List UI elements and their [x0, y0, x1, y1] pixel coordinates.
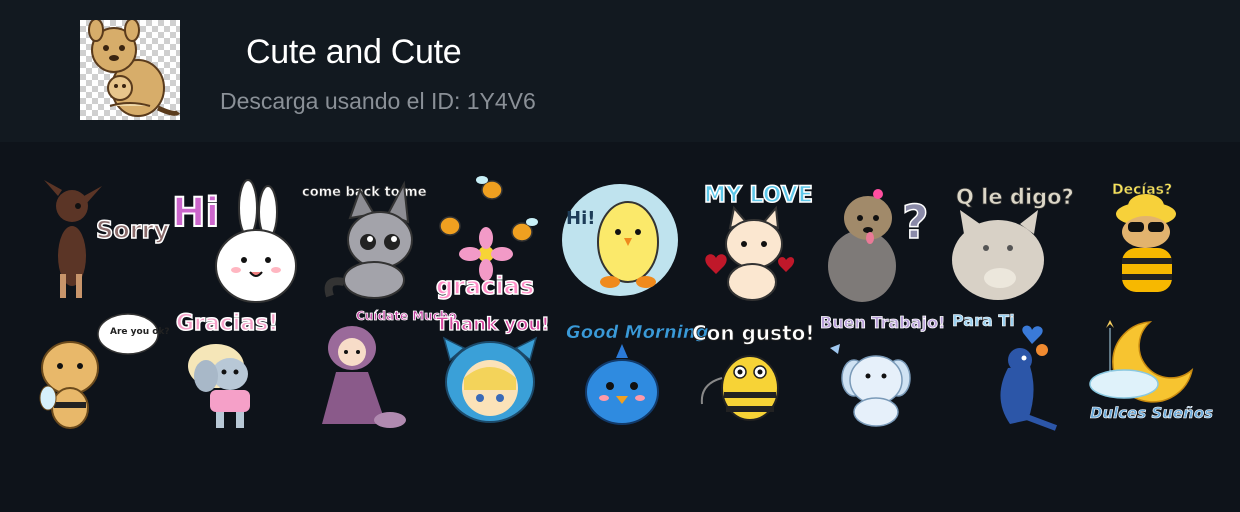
sticker-caption: gracias [436, 272, 534, 300]
sticker-dulces-suenos[interactable]: Dulces Sueños [1080, 308, 1213, 432]
sticker-sorry[interactable]: Sorry [40, 178, 170, 302]
sticker-caption: MY LOVE [704, 183, 813, 208]
cat-q-le-digo-icon: Q le digo? [952, 185, 1074, 300]
doll-cuidate-mucho-icon: Cuídate Mucho [322, 309, 457, 428]
chihuahua-sorry-icon: Sorry [44, 180, 170, 298]
sticker-thank-you[interactable]: Thank you! [430, 308, 550, 432]
sticker-yorkie[interactable]: ? [820, 178, 940, 302]
sticker-q-le-digo[interactable]: Q le digo? [950, 178, 1074, 302]
kitten-come-back-icon: come back to me [302, 180, 427, 299]
cat-my-love-icon: MY LOVE [703, 182, 814, 301]
yorkie-question-icon: ? [828, 189, 929, 302]
sticker-caption: Dulces Sueños [1090, 404, 1213, 422]
sticker-hi-chick[interactable]: Hi! [560, 178, 680, 302]
pack-thumbnail[interactable] [80, 20, 180, 120]
sticker-are-you-ok[interactable]: Are you ok? [39, 308, 170, 432]
sticker-caption: Good Morning [566, 322, 709, 343]
sticker-hi-bunny[interactable]: Hi [170, 178, 297, 303]
dog-decias-icon: Decías? [1112, 182, 1176, 292]
bee-are-you-ok-icon: Are you ok? [39, 313, 170, 429]
sticker-con-gusto[interactable]: Con gusto! [690, 308, 815, 432]
bird-good-morning-icon: Good Morning [566, 322, 709, 425]
sticker-caption: Para Ti [952, 311, 1015, 330]
sticker-caption: Sorry [96, 216, 169, 244]
sticker-caption: Hi [172, 190, 219, 236]
sticker-decias[interactable]: Decías? [1080, 178, 1200, 302]
pack-title: Cute and Cute [246, 33, 462, 71]
sticker-buen-trabajo[interactable]: Buen Trabajo! [820, 308, 946, 432]
sticker-caption: Hi! [566, 208, 595, 229]
sticker-caption: Gracias! [176, 311, 278, 336]
girl-thank-you-icon: Thank you! [435, 313, 550, 423]
chick-hi-icon: Hi! [562, 184, 678, 296]
kangaroo-icon [88, 20, 180, 117]
pack-download-id: Descarga usando el ID: 1Y4V6 [220, 88, 536, 114]
sticker-cuidate-mucho[interactable]: Cuídate Mucho [300, 308, 457, 432]
sticker-my-love[interactable]: MY LOVE [690, 178, 814, 302]
sticker-caption: Thank you! [436, 314, 549, 335]
sticker-caption: Con gusto! [692, 321, 815, 345]
moon-dulces-suenos-icon: Dulces Sueños [1089, 320, 1213, 422]
sticker-caption: Are you ok? [110, 327, 170, 337]
bunny-hi-icon: Hi [171, 179, 297, 303]
bees-gracias-icon: gracias [435, 176, 538, 301]
sticker-gracias-elephant[interactable]: Gracias! [170, 308, 290, 432]
sticker-caption: Q le digo? [956, 185, 1074, 209]
bee-con-gusto-icon: Con gusto! [692, 321, 815, 421]
sticker-come-back[interactable]: come back to me [300, 178, 427, 302]
sticker-caption: ? [902, 195, 929, 249]
elephant-gracias-icon: Gracias! [175, 310, 279, 428]
pack-header: Cute and Cute Descarga usando el ID: 1Y4… [0, 0, 1240, 142]
macaw-para-ti-icon: Para Ti [952, 311, 1058, 431]
sticker-caption: Buen Trabajo! [820, 313, 945, 332]
sticker-para-ti[interactable]: Para Ti [950, 308, 1070, 432]
sticker-good-morning[interactable]: Good Morning [560, 308, 709, 432]
elephant-buen-trabajo-icon: Buen Trabajo! [820, 313, 946, 427]
sticker-gracias-bees[interactable]: gracias [430, 176, 550, 302]
